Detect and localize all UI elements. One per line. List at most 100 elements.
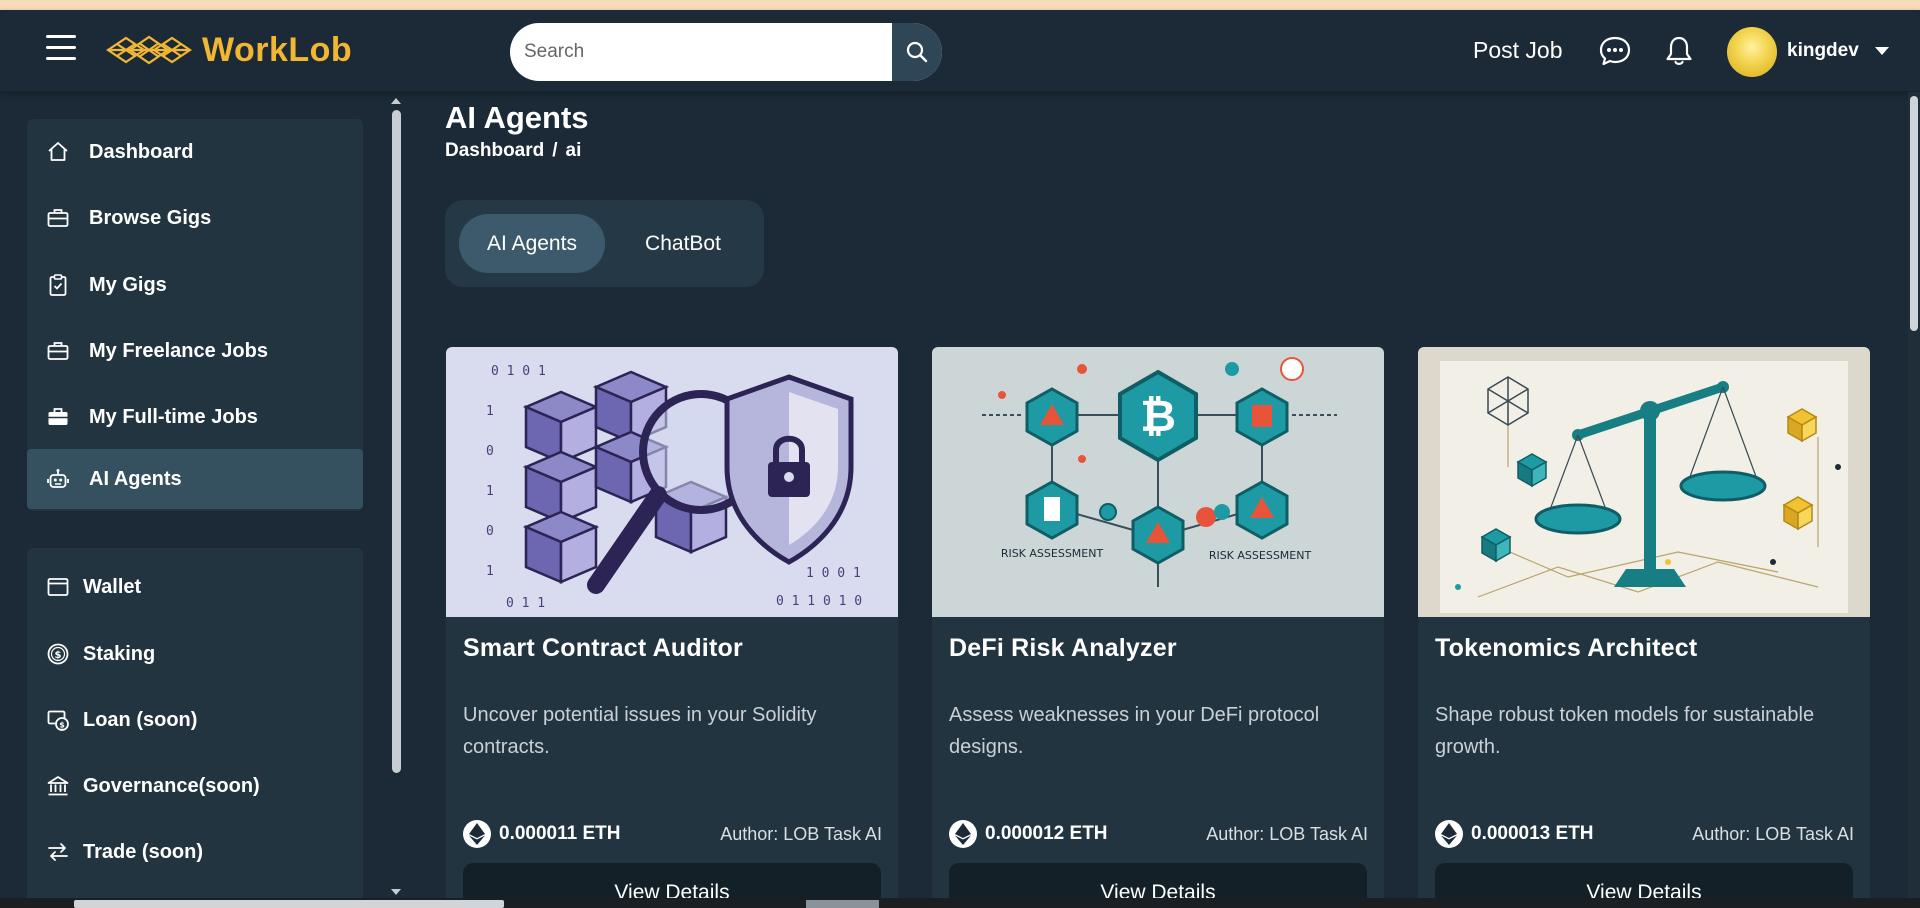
worklob-logo-icon: [106, 35, 192, 65]
username-label[interactable]: kingdev: [1787, 40, 1859, 62]
sidebar-item-label: Governance(soon): [83, 774, 260, 797]
card-price: 0.000012 ETH: [985, 823, 1108, 844]
sidebar-item-label: My Freelance Jobs: [89, 339, 268, 362]
wallet-icon: [45, 574, 71, 600]
sidebar-item-label: AI Agents: [89, 467, 182, 490]
briefcase-icon: [45, 205, 71, 231]
browser-top-strip: [0, 0, 1920, 10]
robot-icon: [45, 466, 71, 492]
post-job-link[interactable]: Post Job: [1473, 37, 1563, 64]
sidebar-item-label: Loan (soon): [83, 708, 198, 731]
bell-icon: [1666, 36, 1692, 65]
tab-chatbot[interactable]: ChatBot: [615, 214, 751, 273]
messages-button[interactable]: [1597, 33, 1633, 69]
ethereum-icon: [463, 820, 491, 848]
briefcase-filled-icon: [45, 404, 71, 430]
search-icon: [906, 41, 928, 63]
top-header: WorkLob Post Job kingdev: [0, 10, 1920, 92]
card-title: DeFi Risk Analyzer: [949, 634, 1177, 662]
briefcase-icon: [45, 338, 71, 364]
loan-icon: $: [45, 707, 71, 733]
defi-risk-analyzer-illustration: ₿ RISK ASSESSMENT RISK ASSESSMENT: [932, 347, 1384, 617]
sidebar-item-label: Dashboard: [89, 140, 194, 163]
svg-text:0: 0: [486, 444, 494, 459]
notifications-button[interactable]: [1661, 33, 1697, 69]
card-price: 0.000011 ETH: [499, 823, 621, 844]
sidebar-item-staking[interactable]: $ Staking: [27, 624, 363, 684]
page-title: AI Agents: [445, 100, 589, 135]
sidebar-item-governance[interactable]: Governance(soon): [27, 756, 363, 816]
card-author: Author: LOB Task AI: [1692, 824, 1854, 844]
agent-card-tokenomics-architect: Tokenomics Architect Shape robust token …: [1418, 347, 1870, 908]
agent-card-defi-risk-analyzer: ₿ RISK ASSESSMENT RISK ASSESSMENT DeFi R…: [932, 347, 1384, 908]
svg-text:1 0 0 1: 1 0 0 1: [806, 566, 861, 581]
svg-text:0: 0: [486, 524, 494, 539]
clipboard-icon: [45, 272, 71, 298]
sidebar-main-nav: Dashboard Browse Gigs My Gigs My Freelan…: [27, 119, 363, 511]
sidebar-item-my-gigs[interactable]: My Gigs: [27, 255, 363, 315]
sidebar-item-label: Browse Gigs: [89, 206, 212, 229]
sidebar-scroll-down-arrow[interactable]: [391, 889, 401, 895]
sidebar-item-loan[interactable]: $ Loan (soon): [27, 690, 363, 750]
sidebar-item-label: My Full-time Jobs: [89, 405, 258, 428]
sidebar-item-label: My Gigs: [89, 273, 167, 296]
home-icon: [45, 139, 71, 165]
tab-ai-agents[interactable]: AI Agents: [459, 214, 605, 273]
sidebar-item-my-full-time-jobs[interactable]: My Full-time Jobs: [27, 387, 363, 447]
svg-text:1: 1: [486, 564, 494, 579]
sidebar-item-label: Staking: [83, 642, 156, 665]
sidebar-item-trade[interactable]: Trade (soon): [27, 822, 363, 882]
card-description: Assess weaknesses in your DeFi protocol …: [949, 704, 1320, 758]
breadcrumb-dashboard-link[interactable]: Dashboard: [445, 140, 544, 161]
horizontal-scrollbar-thumb[interactable]: [74, 900, 504, 908]
card-title: Smart Contract Auditor: [463, 634, 743, 662]
card-price: 0.000013 ETH: [1471, 823, 1594, 844]
svg-text:0 1 1 0 1 0: 0 1 1 0 1 0: [776, 594, 862, 609]
chat-icon: [1599, 36, 1631, 66]
svg-text:$: $: [55, 650, 62, 661]
tokenomics-architect-illustration: [1418, 347, 1870, 617]
sidebar-item-label: Wallet: [83, 575, 142, 598]
sidebar-item-browse-gigs[interactable]: Browse Gigs: [27, 188, 363, 248]
smart-contract-auditor-illustration: 0 1 0 1 1 0 1 0 1 1 0 0 1 0 1 1 0 1 0 0 1 1: [446, 347, 898, 617]
card-title: Tokenomics Architect: [1435, 634, 1698, 662]
card-description: Shape robust token models for sustainabl…: [1435, 704, 1815, 758]
sidebar-scrollbar-thumb[interactable]: [392, 110, 401, 773]
breadcrumb-current: ai: [565, 140, 582, 161]
main-scrollbar-thumb[interactable]: [1910, 96, 1918, 331]
menu-toggle-button[interactable]: [46, 35, 78, 63]
svg-text:$: $: [59, 720, 65, 729]
user-avatar[interactable]: [1727, 27, 1777, 77]
brand-logo[interactable]: WorkLob: [104, 30, 352, 70]
arrows-swap-icon: [45, 839, 71, 865]
horizontal-scrollbar-thumb-secondary[interactable]: [806, 900, 879, 908]
coin-icon: $: [45, 641, 71, 667]
sidebar-item-wallet[interactable]: Wallet: [27, 557, 363, 617]
svg-text:0 1 1: 0 1 1: [506, 596, 545, 611]
svg-text:1: 1: [486, 404, 494, 419]
risk-assessment-label-left: RISK ASSESSMENT: [1001, 547, 1104, 560]
search-button[interactable]: [892, 23, 942, 81]
breadcrumb-separator: /: [552, 140, 558, 161]
chevron-down-icon[interactable]: [1874, 46, 1890, 56]
sidebar-item-label: Trade (soon): [83, 840, 204, 863]
card-author: Author: LOB Task AI: [1206, 824, 1368, 844]
search-bar: [510, 23, 942, 81]
agent-tabs: AI Agents ChatBot: [445, 200, 764, 287]
agent-card-smart-contract-auditor: 0 1 0 1 1 0 1 0 1 1 0 0 1 0 1 1 0 1 0 0 1 1 Sma…: [446, 347, 898, 908]
sidebar-finance-nav: Wallet $ Staking $ Loan (soon) Governanc…: [27, 548, 363, 908]
search-input[interactable]: [524, 23, 894, 81]
bank-icon: [45, 773, 71, 799]
breadcrumb: Dashboard / ai: [445, 140, 581, 162]
svg-text:1: 1: [486, 484, 494, 499]
ethereum-icon: [1435, 820, 1463, 848]
brand-name: WorkLob: [202, 30, 353, 69]
sidebar-item-ai-agents[interactable]: AI Agents: [27, 449, 363, 509]
svg-text:₿: ₿: [1140, 391, 1176, 442]
svg-text:0 1 0 1: 0 1 0 1: [491, 364, 546, 379]
sidebar-scroll-up-arrow[interactable]: [391, 98, 401, 104]
ethereum-icon: [949, 820, 977, 848]
sidebar-item-dashboard[interactable]: Dashboard: [27, 122, 363, 182]
card-description: Uncover potential issues in your Solidit…: [463, 704, 817, 758]
sidebar-item-my-freelance-jobs[interactable]: My Freelance Jobs: [27, 321, 363, 381]
